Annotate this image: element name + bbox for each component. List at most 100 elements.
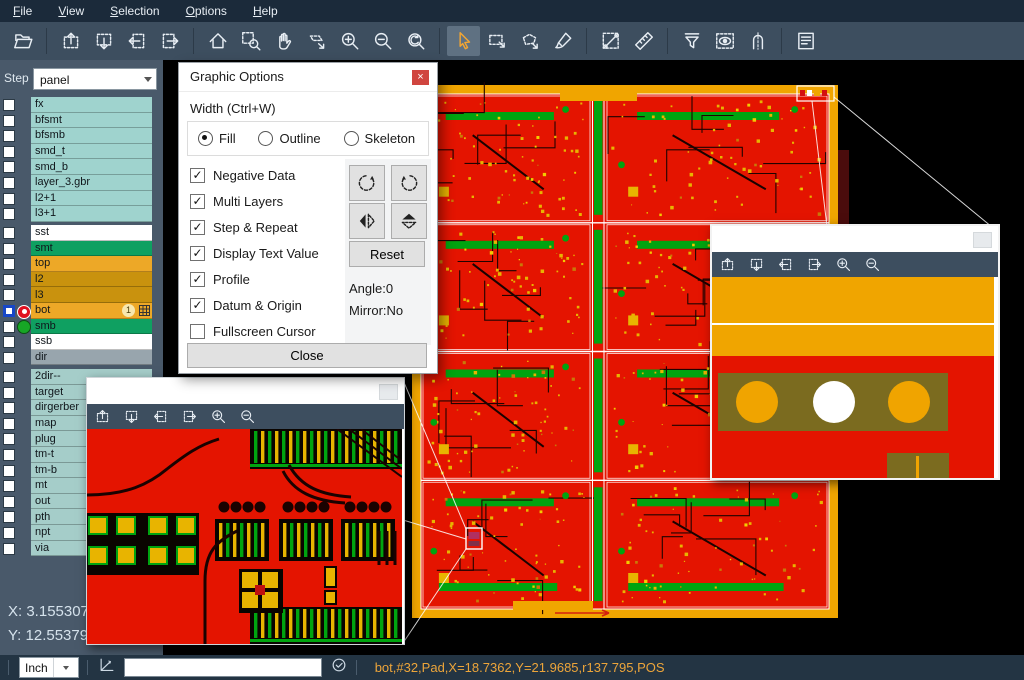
layer-row-l2[interactable]: l2 (0, 272, 163, 288)
checkbox-profile[interactable]: ✓Profile (190, 269, 250, 289)
pan-right-button[interactable] (181, 408, 198, 425)
layer-visibility-checkbox[interactable] (3, 352, 15, 364)
zoom-out-button[interactable] (239, 408, 256, 425)
measure-distance-button[interactable] (594, 26, 627, 56)
layer-visibility-checkbox[interactable] (3, 433, 15, 445)
layer-visibility-checkbox[interactable] (3, 527, 15, 539)
layer-visibility-checkbox[interactable] (3, 480, 15, 492)
dialog-close-button[interactable]: Close (187, 343, 427, 368)
layer-visibility-checkbox[interactable] (3, 115, 15, 127)
layer-visibility-checkbox[interactable] (3, 146, 15, 158)
report-tool-button[interactable] (789, 26, 822, 56)
rotate-ccw-button[interactable] (391, 165, 427, 201)
zoom-previous-button[interactable] (399, 26, 432, 56)
zoom-in-button[interactable] (333, 26, 366, 56)
pan-up-button[interactable] (94, 408, 111, 425)
checkbox-display-text-value[interactable]: ✓Display Text Value (190, 243, 319, 263)
layer-row-bfsmt[interactable]: bfsmt (0, 113, 163, 129)
layer-row-bot[interactable]: bot1 (0, 303, 163, 319)
pan-down-button[interactable] (748, 256, 765, 273)
layer-visibility-checkbox[interactable] (3, 402, 15, 414)
layer-row-fx[interactable]: fx (0, 97, 163, 113)
layer-visibility-checkbox[interactable] (3, 161, 15, 173)
checkbox-fullscreen-cursor[interactable]: Fullscreen Cursor (190, 321, 316, 341)
pan-up-button[interactable] (719, 256, 736, 273)
pan-left-button[interactable] (120, 26, 153, 56)
filter-tool-button[interactable] (675, 26, 708, 56)
layer-visibility-checkbox[interactable] (3, 177, 15, 189)
pan-left-button[interactable] (777, 256, 794, 273)
layer-row-bfsmb[interactable]: bfsmb (0, 128, 163, 144)
pan-up-button[interactable] (54, 26, 87, 56)
pan-right-button[interactable] (153, 26, 186, 56)
unit-select[interactable]: Inch (19, 657, 79, 678)
layer-row-l3[interactable]: l3 (0, 287, 163, 303)
layer-visibility-checkbox[interactable] (3, 227, 15, 239)
menu-options[interactable]: Options (173, 0, 240, 22)
layer-visibility-checkbox[interactable] (3, 130, 15, 142)
layer-row-l2+1[interactable]: l2+1 (0, 191, 163, 207)
layer-visibility-checkbox[interactable] (3, 193, 15, 205)
brush-tool-button[interactable] (546, 26, 579, 56)
rotate-cw-button[interactable] (349, 165, 385, 201)
zoom-in-button[interactable] (210, 408, 227, 425)
layer-row-smd_t[interactable]: smd_t (0, 144, 163, 160)
magnifier-title-bar[interactable] (87, 378, 404, 404)
layer-visibility-checkbox[interactable] (3, 243, 15, 255)
layer-visibility-checkbox[interactable] (3, 274, 15, 286)
layer-row-layer_3.gbr[interactable]: layer_3.gbr (0, 175, 163, 191)
checkbox-step-repeat[interactable]: ✓Step & Repeat (190, 217, 298, 237)
popup-button[interactable] (973, 232, 992, 248)
radio-skeleton[interactable]: Skeleton (344, 131, 428, 146)
command-input[interactable] (124, 658, 322, 677)
zoom-in-button[interactable] (835, 256, 852, 273)
magnifier-title-bar[interactable] (712, 226, 998, 252)
drag-view-button[interactable] (300, 26, 333, 56)
menu-help[interactable]: Help (240, 0, 291, 22)
view-options-button[interactable] (708, 26, 741, 56)
layer-row-smt[interactable]: smt (0, 241, 163, 257)
snap-tool-button[interactable] (741, 26, 774, 56)
pan-left-button[interactable] (152, 408, 169, 425)
checkbox-multi-layers[interactable]: ✓Multi Layers (190, 191, 283, 211)
layer-visibility-checkbox[interactable] (3, 99, 15, 111)
radio-outline[interactable]: Outline (258, 131, 333, 146)
open-file-button[interactable] (6, 26, 39, 56)
pan-down-button[interactable] (123, 408, 140, 425)
layer-visibility-checkbox[interactable] (3, 465, 15, 477)
layer-row-l3+1[interactable]: l3+1 (0, 206, 163, 222)
angle-tool-icon[interactable] (96, 656, 116, 679)
zoom-out-button[interactable] (366, 26, 399, 56)
layer-visibility-checkbox[interactable] (3, 371, 15, 383)
layer-visibility-checkbox[interactable] (3, 496, 15, 508)
radio-fill[interactable]: Fill (198, 131, 248, 146)
layer-visibility-checkbox[interactable] (3, 258, 15, 270)
menu-selection[interactable]: Selection (97, 0, 172, 22)
layer-visibility-checkbox[interactable] (3, 418, 15, 430)
layer-visibility-checkbox[interactable] (3, 387, 15, 399)
step-select[interactable]: panel (33, 68, 157, 90)
layer-visibility-checkbox[interactable] (3, 511, 15, 523)
layer-visibility-checkbox[interactable] (3, 208, 15, 220)
pan-down-button[interactable] (87, 26, 120, 56)
home-view-button[interactable] (201, 26, 234, 56)
layer-visibility-checkbox[interactable] (3, 336, 15, 348)
zoom-out-button[interactable] (864, 256, 881, 273)
select-tool-button[interactable] (447, 26, 480, 56)
layer-row-dir[interactable]: dir (0, 350, 163, 366)
checkbox-negative-data[interactable]: ✓Negative Data (190, 165, 295, 185)
poly-select-button[interactable] (513, 26, 546, 56)
layer-visibility-checkbox[interactable] (3, 543, 15, 555)
menu-file[interactable]: File (0, 0, 45, 22)
mirror-horizontal-button[interactable] (349, 203, 385, 239)
pan-hand-button[interactable] (267, 26, 300, 56)
layer-visibility-checkbox[interactable] (3, 289, 15, 301)
mirror-vertical-button[interactable] (391, 203, 427, 239)
layer-row-ssb[interactable]: ssb (0, 334, 163, 350)
zoom-window-button[interactable] (234, 26, 267, 56)
layer-visibility-checkbox[interactable] (3, 305, 15, 317)
dialog-title-bar[interactable]: Graphic Options × (179, 63, 437, 92)
layer-row-smd_b[interactable]: smd_b (0, 159, 163, 175)
popup-button[interactable] (379, 384, 398, 400)
rect-select-button[interactable] (480, 26, 513, 56)
